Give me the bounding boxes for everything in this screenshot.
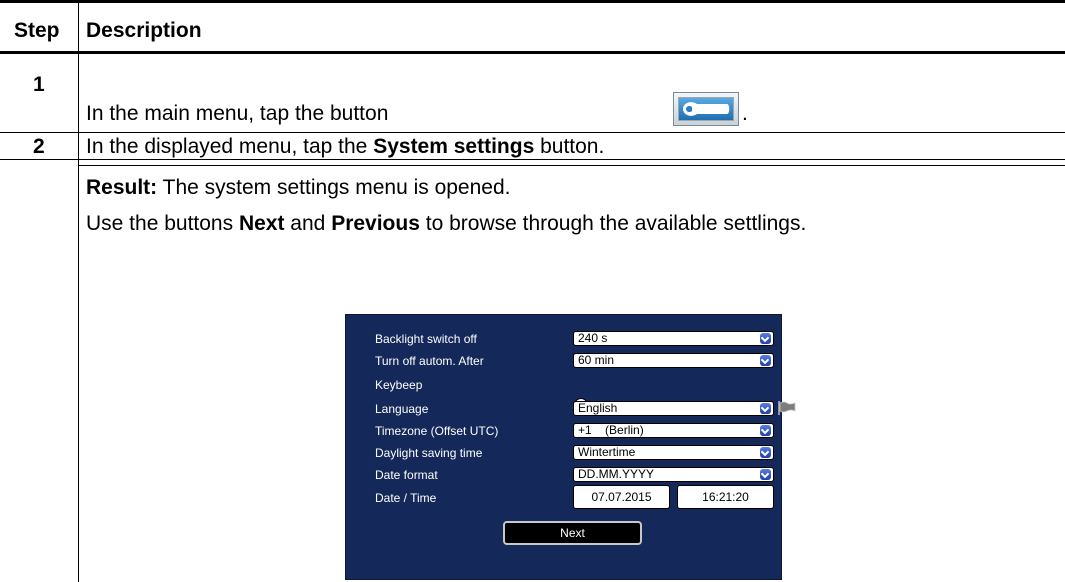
row2-bottom-border [0, 159, 1065, 160]
date-field: 07.07.2015 [573, 485, 670, 509]
time-field: 16:21:20 [677, 485, 774, 509]
setting-label-language: Language [375, 402, 429, 416]
chevron-down-icon [760, 355, 771, 366]
chevron-down-icon [760, 403, 771, 414]
wrench-button [673, 92, 739, 126]
result-line-2: Use the buttons Next and Previous to bro… [86, 212, 807, 235]
setting-label-date-time: Date / Time [375, 491, 437, 505]
setting-label-date-format: Date format [375, 468, 438, 482]
result-line-1: Result: The system settings menu is open… [86, 176, 511, 199]
daylight-select: Wintertime [573, 445, 774, 460]
system-settings-screenshot: Backlight switch off 240 s Turn off auto… [345, 314, 796, 580]
date-format-select: DD.MM.YYYY [573, 467, 774, 482]
step-1-suffix: . [742, 102, 748, 125]
next-button: Next [503, 521, 642, 545]
step-1-text: In the main menu, tap the button [86, 102, 389, 125]
step-number-2: 2 [33, 135, 45, 158]
table-top-border [0, 0, 1065, 3]
timezone-select: +1 (Berlin) [573, 423, 774, 438]
setting-label-turn-off: Turn off autom. After [375, 354, 484, 368]
step-column-header: Step [14, 19, 60, 42]
language-select: English [573, 401, 774, 416]
turn-off-select: 60 min [573, 353, 774, 368]
wrench-icon [678, 97, 734, 121]
row1-bottom-border [0, 132, 1065, 133]
step-number-1: 1 [33, 73, 45, 96]
flag-icon [778, 401, 796, 420]
chevron-down-icon [760, 425, 771, 436]
setting-label-backlight: Backlight switch off [375, 332, 477, 346]
column-divider [78, 0, 79, 582]
header-bottom-border [0, 51, 1065, 54]
setting-label-daylight: Daylight saving time [375, 446, 483, 460]
step-2-text: In the displayed menu, tap the System se… [86, 135, 605, 158]
backlight-select: 240 s [573, 331, 774, 346]
setting-label-keybeep: Keybeep [375, 378, 423, 392]
chevron-down-icon [760, 447, 771, 458]
setting-label-timezone: Timezone (Offset UTC) [375, 424, 499, 438]
description-column-header: Description [86, 19, 202, 42]
chevron-down-icon [760, 333, 771, 344]
row3-top-border [78, 165, 1065, 166]
chevron-down-icon [760, 469, 771, 480]
